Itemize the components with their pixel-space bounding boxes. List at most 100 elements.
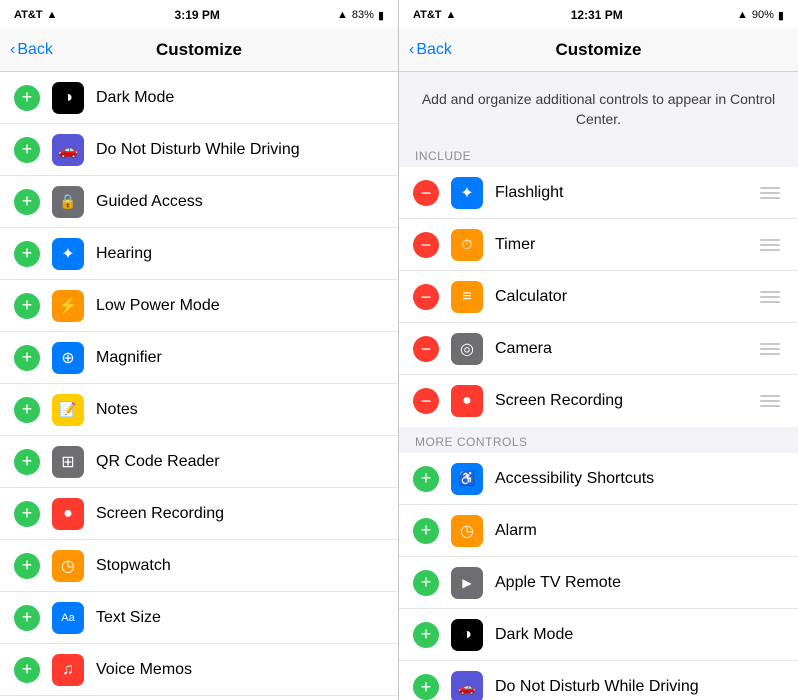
left-carrier: AT&T — [14, 9, 43, 21]
right-carrier: AT&T — [413, 9, 442, 21]
left-nav-title: Customize — [156, 40, 242, 60]
left-location-icon: ▲ — [337, 9, 348, 21]
add-button-text-size[interactable] — [14, 605, 40, 631]
more-controls-section-header: MORE CONTROLS — [399, 427, 798, 453]
included-list-item: ✦ Flashlight — [399, 167, 798, 219]
icon-hearing: ✦ — [52, 238, 84, 270]
right-back-label: Back — [416, 41, 452, 59]
list-item: 🚗 Do Not Disturb While Driving — [0, 124, 398, 176]
more-controls-item: 🚗 Do Not Disturb While Driving — [399, 661, 798, 700]
remove-button-flashlight[interactable] — [413, 180, 439, 206]
icon-screen-recording: ● — [52, 498, 84, 530]
add-button-notes[interactable] — [14, 397, 40, 423]
item-label-hearing: Hearing — [96, 245, 384, 263]
included-list-item: ● Screen Recording — [399, 375, 798, 427]
left-items-list: ◑ Dark Mode 🚗 Do Not Disturb While Drivi… — [0, 72, 398, 700]
remove-button-calculator[interactable] — [413, 284, 439, 310]
right-status-left: AT&T ▲ — [413, 9, 456, 21]
remove-button-camera[interactable] — [413, 336, 439, 362]
item-label-alarm: Alarm — [495, 522, 784, 540]
item-label-timer: Timer — [495, 236, 744, 254]
include-section-header: INCLUDE — [399, 141, 798, 167]
add-button-stopwatch[interactable] — [14, 553, 40, 579]
left-status-right: ▲ 83% ▮ — [337, 9, 384, 22]
list-item: ● Screen Recording — [0, 488, 398, 540]
left-status-left: AT&T ▲ — [14, 9, 57, 21]
included-list: ✦ Flashlight ⏱ Timer ≡ Calculator — [399, 167, 798, 427]
icon-text-size: Aa — [52, 602, 84, 634]
more-controls-item: ◑ Dark Mode — [399, 609, 798, 661]
add-button-accessibility-shortcuts[interactable] — [413, 466, 439, 492]
add-button-low-power-mode[interactable] — [14, 293, 40, 319]
item-label-screen-recording: Screen Recording — [96, 505, 384, 523]
list-item: ⊕ Magnifier — [0, 332, 398, 384]
drag-handle-screen-recording-r[interactable] — [756, 391, 784, 411]
icon-accessibility-shortcuts: ♿ — [451, 463, 483, 495]
drag-handle-calculator[interactable] — [756, 287, 784, 307]
left-nav-bar: ‹ Back Customize — [0, 28, 398, 72]
icon-timer: ⏱ — [451, 229, 483, 261]
right-nav-bar: ‹ Back Customize — [399, 28, 798, 72]
included-list-item: ⏱ Timer — [399, 219, 798, 271]
add-button-dark-mode-r[interactable] — [413, 622, 439, 648]
right-status-right: ▲ 90% ▮ — [737, 9, 784, 22]
item-label-notes: Notes — [96, 401, 384, 419]
drag-handle-camera[interactable] — [756, 339, 784, 359]
item-label-magnifier: Magnifier — [96, 349, 384, 367]
left-status-bar: AT&T ▲ 3:19 PM ▲ 83% ▮ — [0, 0, 398, 28]
add-button-dark-mode[interactable] — [14, 85, 40, 111]
drag-handle-flashlight[interactable] — [756, 183, 784, 203]
right-location-icon: ▲ — [737, 9, 748, 21]
item-label-voice-memos: Voice Memos — [96, 661, 384, 679]
add-button-alarm[interactable] — [413, 518, 439, 544]
icon-qr-code-reader: ⊞ — [52, 446, 84, 478]
right-scroll-area[interactable]: INCLUDE ✦ Flashlight ⏱ Timer ≡ Calculato — [399, 141, 798, 700]
item-label-low-power-mode: Low Power Mode — [96, 297, 384, 315]
list-item: 📝 Notes — [0, 384, 398, 436]
add-button-magnifier[interactable] — [14, 345, 40, 371]
included-list-item: ≡ Calculator — [399, 271, 798, 323]
add-button-apple-tv-remote[interactable] — [413, 570, 439, 596]
add-button-qr-code-reader[interactable] — [14, 449, 40, 475]
item-label-stopwatch: Stopwatch — [96, 557, 384, 575]
remove-button-timer[interactable] — [413, 232, 439, 258]
add-button-guided-access[interactable] — [14, 189, 40, 215]
right-back-chevron: ‹ — [409, 41, 414, 59]
item-label-dark-mode: Dark Mode — [96, 89, 384, 107]
icon-low-power-mode: ⚡ — [52, 290, 84, 322]
left-battery-icon: ▮ — [378, 9, 384, 22]
icon-screen-recording-r: ● — [451, 385, 483, 417]
drag-handle-timer[interactable] — [756, 235, 784, 255]
list-item: ♫ Voice Memos — [0, 644, 398, 696]
more-controls-list: ♿ Accessibility Shortcuts ◷ Alarm ▶ Appl… — [399, 453, 798, 700]
left-back-chevron: ‹ — [10, 41, 15, 59]
item-label-camera: Camera — [495, 340, 744, 358]
icon-calculator: ≡ — [451, 281, 483, 313]
more-controls-item: ◷ Alarm — [399, 505, 798, 557]
icon-alarm: ◷ — [451, 515, 483, 547]
icon-do-not-disturb-r: 🚗 — [451, 671, 483, 700]
add-button-voice-memos[interactable] — [14, 657, 40, 683]
item-label-do-not-disturb: Do Not Disturb While Driving — [96, 141, 384, 159]
icon-do-not-disturb: 🚗 — [52, 134, 84, 166]
item-label-do-not-disturb-r: Do Not Disturb While Driving — [495, 678, 784, 696]
item-label-screen-recording-r: Screen Recording — [495, 392, 744, 410]
add-button-do-not-disturb-r[interactable] — [413, 674, 439, 700]
item-label-guided-access: Guided Access — [96, 193, 384, 211]
right-nav-title: Customize — [556, 40, 642, 60]
icon-dark-mode: ◑ — [52, 82, 84, 114]
add-button-hearing[interactable] — [14, 241, 40, 267]
add-button-screen-recording[interactable] — [14, 501, 40, 527]
left-phone-panel: AT&T ▲ 3:19 PM ▲ 83% ▮ ‹ Back Customize … — [0, 0, 399, 700]
remove-button-screen-recording-r[interactable] — [413, 388, 439, 414]
right-description: Add and organize additional controls to … — [399, 72, 798, 141]
right-back-button[interactable]: ‹ Back — [409, 41, 452, 59]
list-item: ◑ Dark Mode — [0, 72, 398, 124]
included-list-item: ◎ Camera — [399, 323, 798, 375]
add-button-do-not-disturb[interactable] — [14, 137, 40, 163]
left-back-button[interactable]: ‹ Back — [10, 41, 53, 59]
left-back-label: Back — [17, 41, 53, 59]
icon-voice-memos: ♫ — [52, 654, 84, 686]
more-controls-item: ▶ Apple TV Remote — [399, 557, 798, 609]
icon-stopwatch: ◷ — [52, 550, 84, 582]
